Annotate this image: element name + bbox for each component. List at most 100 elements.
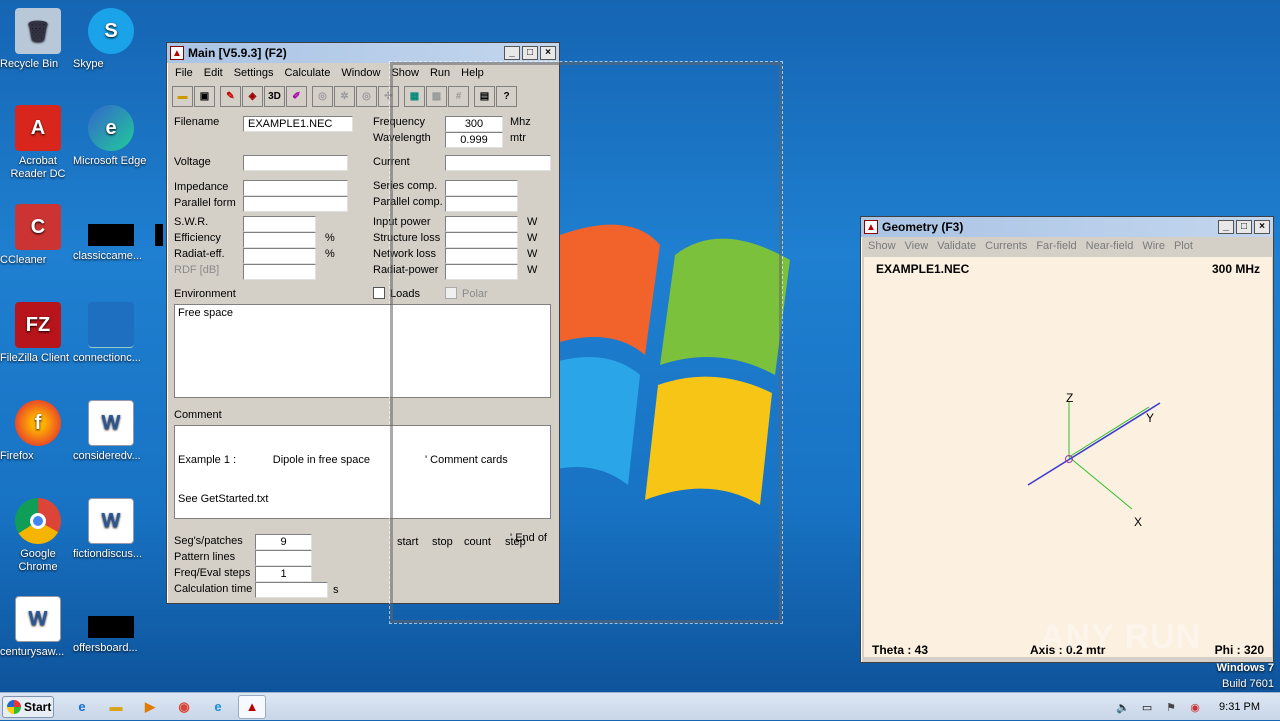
taskbar: Start e ▬ ▶ ◉ e ▲ 🔈 ▭ ⚑ ◉ 9:31 PM	[0, 692, 1280, 720]
desktop-icon-firefox[interactable]: f Firefox	[0, 400, 76, 462]
desktop-icon-fictiondiscus[interactable]: W fictiondiscus...	[73, 498, 149, 560]
desktop-icon-consideredv[interactable]: W consideredv...	[73, 400, 149, 462]
edit-icon[interactable]: ✎	[220, 85, 241, 107]
geo-menu-currents[interactable]: Currents	[982, 240, 1033, 252]
desktop-icon-classiccame[interactable]: classiccame...	[73, 204, 149, 262]
desktop-icon-filezilla[interactable]: FZ FileZilla Client	[0, 302, 76, 364]
calc-time-field[interactable]	[255, 582, 328, 598]
impedance-label: Impedance	[174, 181, 229, 193]
desktop-icon-partial-2[interactable]: te	[148, 105, 168, 155]
loads-checkbox[interactable]	[373, 287, 385, 299]
geo-close-button[interactable]: ×	[1254, 220, 1270, 234]
efficiency-unit: %	[325, 232, 335, 244]
chrome-icon	[15, 498, 61, 544]
desktop-icon-recycle-bin[interactable]: 🗑 Recycle Bin	[0, 8, 76, 70]
disabled-tool-3-icon: ◎	[356, 85, 377, 107]
open-folder-icon[interactable]: ▬	[172, 85, 193, 107]
pattern-edit-icon[interactable]: ✐	[286, 85, 307, 107]
geometry-cube-icon[interactable]: ◈	[242, 85, 263, 107]
taskbar-edge-icon[interactable]: e	[204, 695, 232, 719]
geo-menu-plot[interactable]: Plot	[1171, 240, 1199, 252]
geo-menu-show[interactable]: Show	[865, 240, 902, 252]
desktop-icon-edge[interactable]: e Microsoft Edge	[73, 105, 149, 167]
main-window-title: Main [V5.9.3] (F2)	[188, 46, 287, 60]
geometry-titlebar[interactable]: ▲ Geometry (F3) _ □ ×	[861, 217, 1273, 237]
taskbar-explorer-icon[interactable]: ▬	[102, 695, 130, 719]
menu-edit[interactable]: Edit	[200, 67, 230, 79]
filename-field[interactable]: EXAMPLE1.NEC	[243, 116, 353, 132]
minimize-button[interactable]: _	[504, 46, 520, 60]
geo-maximize-button[interactable]: □	[1236, 220, 1252, 234]
desktop-icon-chrome[interactable]: Google Chrome	[0, 498, 76, 573]
acrobat-icon: A	[15, 105, 61, 151]
calc-time-unit: s	[333, 584, 339, 596]
segs-label: Seg's/patches	[174, 535, 243, 547]
clock[interactable]: 9:31 PM	[1219, 701, 1260, 713]
parallel-form-field[interactable]	[243, 196, 348, 212]
taskbar-ie-icon[interactable]: e	[68, 695, 96, 719]
pattern-lines-field[interactable]	[255, 550, 312, 566]
desktop-icon-offersboard[interactable]: offersboard...	[73, 596, 149, 654]
geo-minimize-button[interactable]: _	[1218, 220, 1234, 234]
volume-icon[interactable]: 🔈	[1115, 700, 1131, 714]
impedance-field[interactable]	[243, 180, 348, 196]
radiat-eff-field[interactable]	[243, 248, 316, 264]
voltage-field[interactable]	[243, 155, 348, 171]
swr-field[interactable]	[243, 216, 316, 232]
environment-text: Free space	[178, 307, 234, 319]
desktop-icon-partial-1[interactable]: su	[148, 8, 168, 58]
os-name-text: Windows 7	[1216, 662, 1274, 674]
rdf-field[interactable]	[243, 264, 316, 280]
disabled-tool-1-icon: ◎	[312, 85, 333, 107]
theta-readout: Theta : 43	[872, 643, 929, 657]
black-file-icon	[88, 616, 134, 638]
efficiency-label: Efficiency	[174, 232, 221, 244]
radiat-eff-label: Radiat-eff.	[174, 248, 225, 260]
geometry-window-title: Geometry (F3)	[882, 220, 964, 234]
word-doc-icon: W	[88, 498, 134, 544]
maximize-button[interactable]: □	[522, 46, 538, 60]
menu-settings[interactable]: Settings	[230, 67, 281, 79]
geo-menu-validate[interactable]: Validate	[934, 240, 982, 252]
geo-menu-view[interactable]: View	[902, 240, 935, 252]
4nec2-app-icon: ▲	[170, 46, 184, 60]
taskbar-4nec2-icon[interactable]: ▲	[238, 694, 266, 719]
x-axis-label: X	[1134, 515, 1143, 529]
geometry-canvas[interactable]: EXAMPLE1.NEC 300 MHz Z Y X Theta : 43 Ax…	[864, 257, 1272, 657]
black-file-icon	[88, 224, 134, 246]
taskbar-media-player-icon[interactable]: ▶	[136, 695, 164, 719]
desktop-icon-acrobat[interactable]: A Acrobat Reader DC	[0, 105, 76, 180]
parallel-form-label: Parallel form	[174, 197, 236, 209]
word-doc-icon: W	[88, 400, 134, 446]
rdf-label: RDF [dB]	[174, 264, 220, 276]
desktop-icon-skype[interactable]: S Skype	[73, 8, 149, 70]
save-icon[interactable]: ▣	[194, 85, 215, 107]
taskbar-chrome-icon[interactable]: ◉	[170, 695, 198, 719]
desktop-icon-connectionc[interactable]: connectionc...	[73, 302, 149, 364]
network-icon[interactable]: ▭	[1139, 700, 1155, 714]
geo-menu-near-field[interactable]: Near-field	[1083, 240, 1140, 252]
start-button[interactable]: Start	[2, 695, 54, 718]
geo-menu-wire[interactable]: Wire	[1139, 240, 1171, 252]
calc-time-label: Calculation time	[174, 583, 253, 595]
menu-file[interactable]: File	[171, 67, 200, 79]
disabled-tool-2-icon: ✲	[334, 85, 355, 107]
flag-icon[interactable]: ⚑	[1163, 700, 1179, 714]
skype-icon: S	[88, 8, 134, 54]
desktop-icon-ccleaner[interactable]: C CCleaner	[0, 204, 76, 266]
freq-eval-field[interactable]: 1	[255, 566, 312, 582]
filename-label: Filename	[174, 116, 220, 128]
phi-readout: Phi : 320	[1214, 643, 1264, 657]
3d-view-icon[interactable]: 3D	[264, 85, 285, 107]
desktop-icon-centurysaw[interactable]: W centurysaw...	[0, 596, 76, 658]
efficiency-field[interactable]	[243, 232, 316, 248]
geometry-3d-view	[1027, 402, 1161, 510]
main-titlebar[interactable]: ▲ Main [V5.9.3] (F2) _ □ ×	[167, 43, 559, 63]
geo-menu-far-field[interactable]: Far-field	[1033, 240, 1082, 252]
close-button[interactable]: ×	[540, 46, 556, 60]
pattern-lines-label: Pattern lines	[174, 551, 236, 563]
action-center-icon[interactable]: ◉	[1187, 700, 1203, 714]
segs-field[interactable]: 9	[255, 534, 312, 550]
menu-window[interactable]: Window	[337, 67, 387, 79]
menu-calculate[interactable]: Calculate	[280, 67, 337, 79]
